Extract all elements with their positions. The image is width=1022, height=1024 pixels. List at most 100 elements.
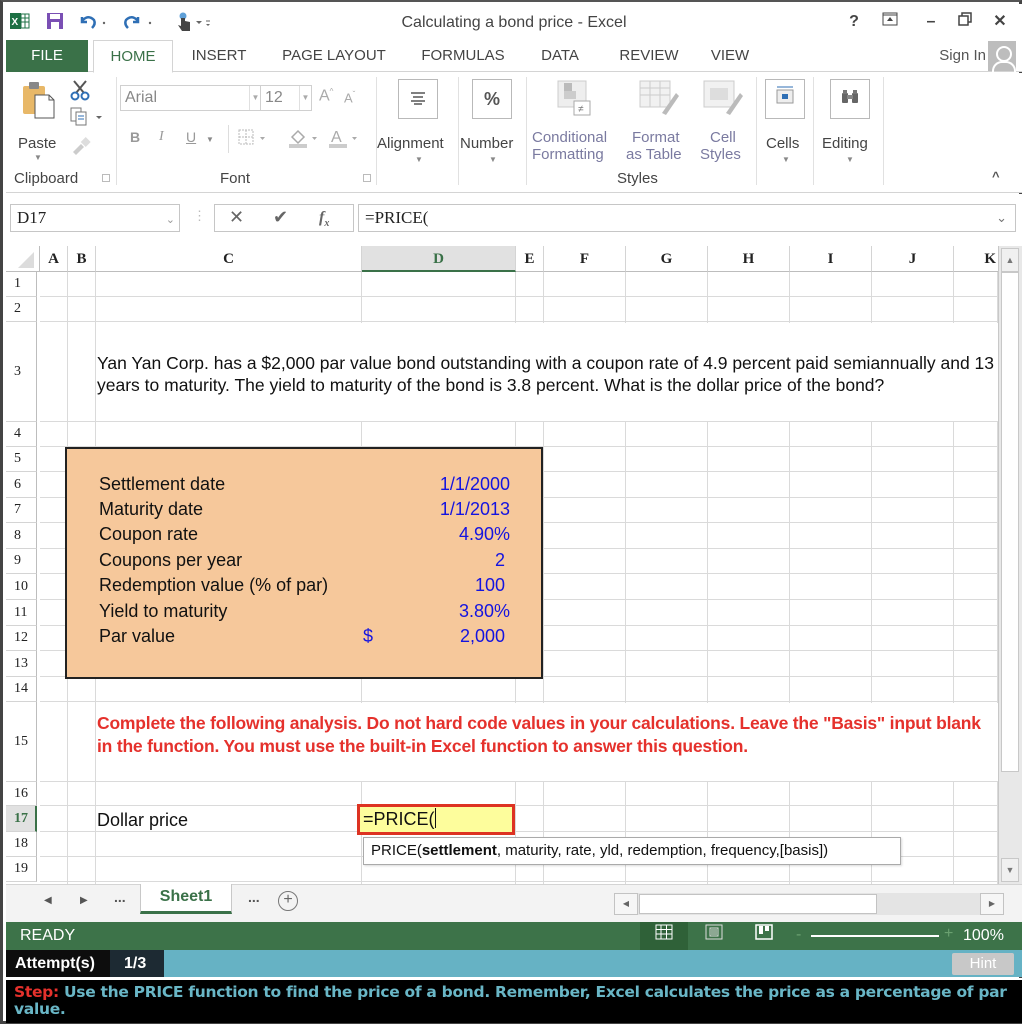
sheet-ellipsis-left[interactable]: ... xyxy=(114,889,126,905)
column-header-g[interactable]: G xyxy=(626,246,708,272)
italic-button[interactable]: I xyxy=(159,129,164,145)
tab-file[interactable]: FILE xyxy=(6,40,88,72)
row-header-17[interactable]: 17 xyxy=(6,806,37,832)
cut-icon[interactable] xyxy=(70,79,90,106)
ribbon-display-options-icon[interactable] xyxy=(878,12,902,32)
collapse-ribbon-icon[interactable]: ^ xyxy=(992,169,1000,184)
tab-home[interactable]: HOME xyxy=(93,40,173,73)
cell-styles-button[interactable]: Cell Styles xyxy=(696,79,748,165)
horizontal-scrollbar[interactable]: ◀ ▶ xyxy=(614,893,1004,915)
font-size-select[interactable]: 12 ▼ xyxy=(260,85,312,111)
column-header-h[interactable]: H xyxy=(708,246,790,272)
row-header-9[interactable]: 9 xyxy=(6,549,37,574)
column-header-k[interactable]: K xyxy=(954,246,998,272)
name-box[interactable]: D17 ⌄ xyxy=(10,204,180,232)
input-value[interactable]: 2 xyxy=(495,550,505,571)
row-header-12[interactable]: 12 xyxy=(6,626,37,651)
sheet-ellipsis-right[interactable]: ... xyxy=(248,889,260,905)
row-header-13[interactable]: 13 xyxy=(6,651,37,677)
format-as-table-button[interactable]: Format as Table xyxy=(626,79,692,165)
number-button[interactable]: % Number ▼ xyxy=(459,79,525,165)
sign-in-link[interactable]: Sign In xyxy=(939,40,1016,75)
column-header-e[interactable]: E xyxy=(516,246,544,272)
borders-icon[interactable] xyxy=(238,129,268,152)
name-box-dropdown-icon[interactable]: ⌄ xyxy=(166,207,175,233)
alignment-button[interactable]: Alignment ▼ xyxy=(377,79,459,165)
column-header-i[interactable]: I xyxy=(790,246,872,272)
tooltip-current-arg[interactable]: settlement xyxy=(422,842,497,859)
cancel-entry-icon[interactable]: ✕ xyxy=(229,207,244,228)
row-header-4[interactable]: 4 xyxy=(6,422,37,447)
minimize-icon[interactable]: – xyxy=(919,12,943,32)
row-header-1[interactable]: 1 xyxy=(6,272,37,297)
row-header-3[interactable]: 3 xyxy=(6,322,37,422)
restore-icon[interactable] xyxy=(953,12,977,32)
input-value[interactable]: 2,000 xyxy=(460,626,505,647)
column-header-b[interactable]: B xyxy=(68,246,96,272)
insert-function-icon[interactable]: fx xyxy=(319,209,329,229)
input-value[interactable]: 3.80% xyxy=(459,601,510,622)
worksheet-grid[interactable]: A B C D E F G H I J K 1 2 3 4 5 6 7 8 9 10 11 12 13 14 15 16 17 18 19… xyxy=(6,246,998,884)
formula-bar-grip-icon[interactable]: ⋮ xyxy=(193,208,206,224)
input-value[interactable]: 1/1/2013 xyxy=(440,499,510,520)
tab-insert[interactable]: INSERT xyxy=(184,40,254,72)
tab-view[interactable]: VIEW xyxy=(702,40,758,72)
expand-formula-bar-icon[interactable]: ⌄ xyxy=(996,205,1007,231)
previous-sheet-icon[interactable]: ◀ xyxy=(44,895,52,906)
font-name-select[interactable]: Arial ▼ xyxy=(120,85,262,111)
zoom-out-button[interactable]: - xyxy=(796,926,801,944)
conditional-formatting-button[interactable]: ≠ Conditional Formatting xyxy=(528,79,624,165)
hint-button[interactable]: Hint xyxy=(952,953,1014,975)
font-color-icon[interactable]: A xyxy=(328,127,360,154)
vertical-scrollbar[interactable]: ▲ ▼ xyxy=(998,246,1022,884)
next-sheet-icon[interactable]: ▶ xyxy=(80,895,88,906)
scroll-up-button[interactable]: ▲ xyxy=(1001,248,1019,272)
scroll-left-button[interactable]: ◀ xyxy=(614,893,638,915)
paste-button[interactable]: Paste ▼ xyxy=(10,79,66,163)
sheet-tab-sheet1[interactable]: Sheet1 xyxy=(140,884,232,914)
row-header-11[interactable]: 11 xyxy=(6,600,37,626)
editing-button[interactable]: Editing ▼ xyxy=(816,79,880,165)
scroll-right-button[interactable]: ▶ xyxy=(980,893,1004,915)
input-value[interactable]: 100 xyxy=(475,575,505,596)
input-value[interactable]: 4.90% xyxy=(459,524,510,545)
row-header-10[interactable]: 10 xyxy=(6,574,37,600)
column-header-a[interactable]: A xyxy=(40,246,68,272)
page-layout-view-icon[interactable] xyxy=(690,922,738,950)
tab-data[interactable]: DATA xyxy=(532,40,588,72)
format-painter-icon[interactable] xyxy=(70,135,92,160)
column-header-j[interactable]: J xyxy=(872,246,954,272)
select-all-corner[interactable] xyxy=(6,246,40,272)
font-launcher-icon[interactable] xyxy=(363,174,371,182)
row-header-14[interactable]: 14 xyxy=(6,677,37,702)
active-cell-d17[interactable]: =PRICE( xyxy=(357,804,515,835)
help-icon[interactable]: ? xyxy=(842,12,866,32)
tab-page-layout[interactable]: PAGE LAYOUT xyxy=(274,40,394,72)
column-header-f[interactable]: F xyxy=(544,246,626,272)
row-header-6[interactable]: 6 xyxy=(6,472,37,498)
vertical-scroll-thumb[interactable] xyxy=(1001,272,1019,772)
fill-color-icon[interactable] xyxy=(288,127,320,154)
row-header-19[interactable]: 19 xyxy=(6,857,37,882)
enter-entry-icon[interactable]: ✔ xyxy=(273,207,288,228)
cells-button[interactable]: Cells ▼ xyxy=(758,79,810,165)
row-header-15[interactable]: 15 xyxy=(6,702,37,782)
close-icon[interactable]: ✕ xyxy=(988,12,1012,32)
normal-view-icon[interactable] xyxy=(640,922,688,950)
tab-formulas[interactable]: FORMULAS xyxy=(411,40,515,72)
copy-icon[interactable] xyxy=(70,107,104,132)
column-header-c[interactable]: C xyxy=(96,246,362,272)
row-header-2[interactable]: 2 xyxy=(6,297,37,322)
clipboard-launcher-icon[interactable] xyxy=(102,174,110,182)
underline-button[interactable]: U xyxy=(186,129,196,145)
zoom-slider[interactable] xyxy=(811,935,939,937)
column-header-d[interactable]: D xyxy=(362,246,516,272)
new-sheet-icon[interactable]: + xyxy=(278,891,298,911)
shrink-font-icon[interactable]: Aˇ xyxy=(344,90,355,105)
formula-input[interactable]: =PRICE( ⌄ xyxy=(358,204,1016,232)
zoom-in-button[interactable]: + xyxy=(944,925,953,943)
tab-review[interactable]: REVIEW xyxy=(609,40,689,72)
row-header-8[interactable]: 8 xyxy=(6,523,37,549)
grow-font-icon[interactable]: A^ xyxy=(319,87,333,105)
zoom-level[interactable]: 100% xyxy=(963,927,1004,945)
